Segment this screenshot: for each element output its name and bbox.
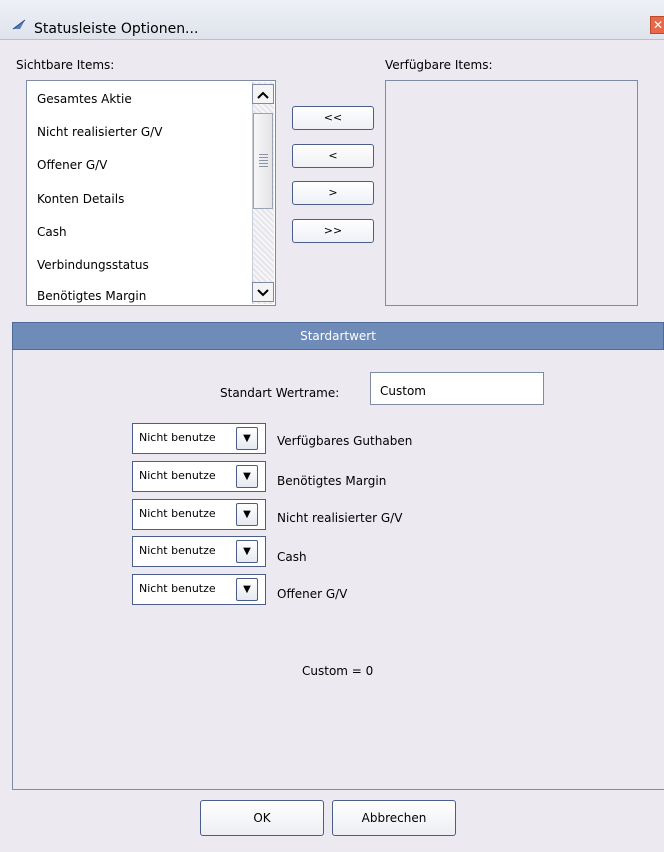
default-name-label: Standart Wertrame: (220, 386, 340, 400)
list-item[interactable]: Verbindungsstatus (37, 258, 149, 272)
chevron-down-icon[interactable]: ▼ (236, 503, 258, 526)
list-item[interactable]: Offener G/V (37, 158, 107, 172)
combo-value: Nicht benutze (139, 544, 216, 557)
list-item[interactable]: Gesamtes Aktie (37, 92, 132, 106)
row-label: Benötigtes Margin (277, 474, 387, 488)
row-label: Nicht realisierter G/V (277, 511, 403, 525)
chevron-down-icon (257, 289, 269, 297)
visible-items-label: Sichtbare Items: (16, 58, 115, 72)
combo-offener[interactable]: Nicht benutze ▼ (132, 574, 266, 605)
ok-button[interactable]: OK (200, 800, 324, 836)
move-left-button[interactable]: < (292, 144, 374, 168)
combo-value: Nicht benutze (139, 582, 216, 595)
available-items-list[interactable] (385, 80, 638, 306)
grip-icon (259, 154, 268, 168)
chevron-down-icon[interactable]: ▼ (236, 427, 258, 450)
list-item[interactable]: Nicht realisierter G/V (37, 125, 162, 139)
cancel-button[interactable]: Abbrechen (332, 800, 456, 836)
title-bar: Statusleiste Optionen... ✕ (0, 0, 664, 40)
combo-value: Nicht benutze (139, 507, 216, 520)
row-label: Verfügbares Guthaben (277, 434, 413, 448)
scroll-down-button[interactable] (252, 282, 274, 302)
chevron-down-icon[interactable]: ▼ (236, 465, 258, 488)
list-item[interactable]: Benötigtes Margin (37, 289, 146, 303)
combo-verfuegbares-guthaben[interactable]: Nicht benutze ▼ (132, 423, 266, 454)
scroll-up-button[interactable] (252, 84, 274, 104)
chevron-down-icon[interactable]: ▼ (236, 578, 258, 601)
row-label: Offener G/V (277, 587, 348, 601)
scroll-thumb[interactable] (253, 113, 273, 209)
defaults-panel (12, 350, 664, 790)
combo-value: Nicht benutze (139, 469, 216, 482)
combo-cash[interactable]: Nicht benutze ▼ (132, 536, 266, 567)
combo-value: Nicht benutze (139, 431, 216, 444)
window-title: Statusleiste Optionen... (34, 21, 199, 37)
move-all-right-button[interactable]: >> (292, 219, 374, 243)
move-all-left-button[interactable]: << (292, 106, 374, 130)
section-header: Stardartwert (12, 322, 664, 350)
chevron-down-icon[interactable]: ▼ (236, 540, 258, 563)
list-item[interactable]: Cash (37, 225, 67, 239)
move-right-button[interactable]: > (292, 181, 374, 205)
combo-benoetigtes-margin[interactable]: Nicht benutze ▼ (132, 461, 266, 492)
close-button[interactable]: ✕ (650, 16, 664, 34)
chevron-up-icon (257, 91, 269, 99)
available-items-label: Verfügbare Items: (385, 58, 493, 72)
visible-items-list[interactable]: Gesamtes Aktie Nicht realisierter G/V Of… (26, 80, 276, 306)
list-item[interactable]: Konten Details (37, 192, 124, 206)
app-logo-icon (12, 19, 26, 30)
default-name-input[interactable] (370, 372, 544, 405)
formula-text: Custom = 0 (302, 664, 374, 678)
combo-nicht-realisierter[interactable]: Nicht benutze ▼ (132, 499, 266, 530)
row-label: Cash (277, 550, 307, 564)
